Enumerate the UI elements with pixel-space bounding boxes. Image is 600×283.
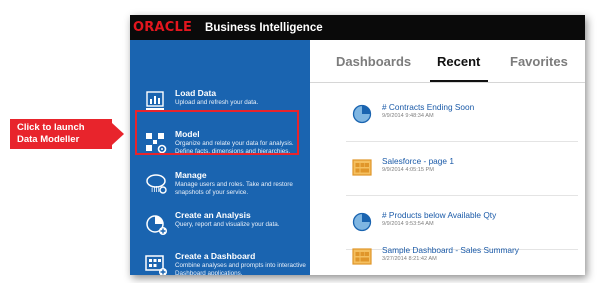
create-dashboard-title: Create a Dashboard	[175, 251, 256, 261]
manage-item[interactable]: ıılı Manage Manage users and roles. Take…	[130, 170, 310, 210]
recent-item[interactable]: # Products below Available Qty 9/9/2014 …	[310, 206, 585, 242]
app-title: Business Intelligence	[205, 21, 323, 34]
load-data-desc: Upload and refresh your data.	[175, 99, 259, 106]
list-divider	[346, 195, 578, 196]
recent-item-date: 3/27/2014 8:21:42 AM	[382, 256, 437, 262]
tab-divider	[310, 82, 585, 83]
callout-line-2: Data Modeller	[17, 134, 80, 145]
recent-item[interactable]: Salesforce - page 1 9/9/2014 4:05:15 PM	[310, 152, 585, 188]
manage-title: Manage	[175, 170, 207, 180]
recent-item-date: 9/9/2014 9:48:34 AM	[382, 113, 434, 119]
dashboard-icon	[352, 158, 372, 178]
left-panel: Load Data Upload and refresh your data. …	[130, 40, 310, 275]
recent-item[interactable]: Sample Dashboard - Sales Summary 3/27/20…	[310, 241, 585, 275]
callout-arrow	[112, 123, 124, 145]
recent-item-title[interactable]: # Products below Available Qty	[382, 210, 496, 220]
callout-label: Click to launch Data Modeller	[10, 119, 112, 149]
manage-icon: ıılı	[144, 172, 168, 196]
recent-item-title[interactable]: # Contracts Ending Soon	[382, 102, 474, 112]
tab-recent[interactable]: Recent	[437, 54, 480, 69]
create-analysis-title: Create an Analysis	[175, 210, 251, 220]
analysis-icon	[352, 104, 372, 124]
create-dashboard-item[interactable]: Create a Dashboard Combine analyses and …	[130, 251, 310, 275]
manage-desc: Manage users and roles. Take and restore…	[175, 181, 293, 197]
load-data-title: Load Data	[175, 88, 217, 98]
top-bar: ORACLE Business Intelligence	[130, 15, 585, 40]
dashboard-icon	[352, 247, 372, 267]
analysis-icon	[352, 212, 372, 232]
recent-item-title[interactable]: Salesforce - page 1	[382, 156, 454, 166]
tab-favorites[interactable]: Favorites	[510, 54, 568, 69]
create-analysis-item[interactable]: Create an Analysis Query, report and vis…	[130, 210, 310, 250]
oracle-logo: ORACLE	[133, 20, 193, 35]
list-divider	[346, 141, 578, 142]
model-highlight-box	[135, 110, 299, 155]
create-analysis-icon	[144, 212, 168, 236]
create-dashboard-desc: Combine analyses and prompts into intera…	[175, 262, 306, 275]
recent-item-date: 9/9/2014 9:53:54 AM	[382, 221, 434, 227]
recent-item-date: 9/9/2014 4:05:15 PM	[382, 167, 434, 173]
create-dashboard-icon	[144, 253, 168, 275]
svg-text:ıılı: ıılı	[151, 185, 160, 194]
recent-item[interactable]: # Contracts Ending Soon 9/9/2014 9:48:34…	[310, 98, 585, 134]
tab-dashboards[interactable]: Dashboards	[336, 54, 411, 69]
right-panel: Dashboards Recent Favorites # Contracts …	[310, 40, 585, 275]
callout-line-1: Click to launch	[17, 122, 85, 133]
tab-bar: Dashboards Recent Favorites	[310, 40, 585, 83]
recent-item-title[interactable]: Sample Dashboard - Sales Summary	[382, 245, 519, 255]
create-analysis-desc: Query, report and visualize your data.	[175, 221, 280, 228]
